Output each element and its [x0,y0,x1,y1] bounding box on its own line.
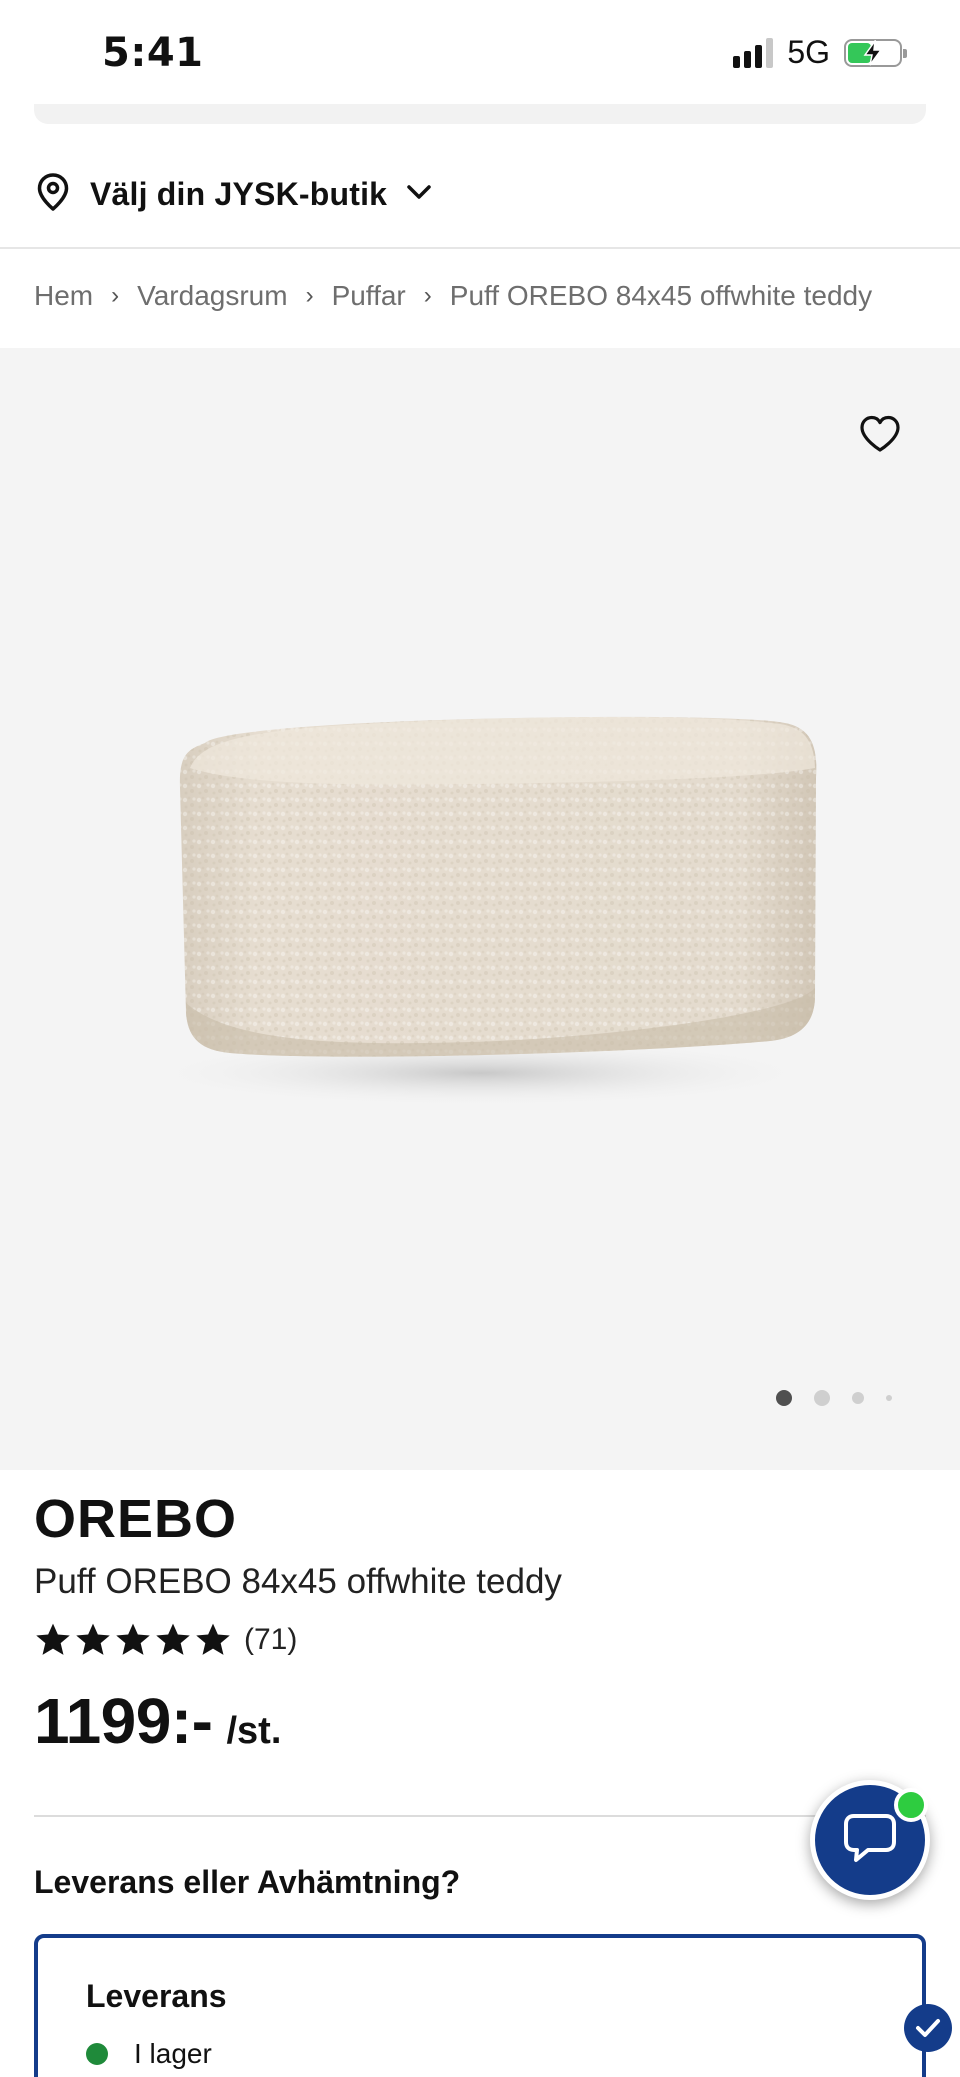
star-icon [36,1623,70,1655]
search-bar-edge[interactable] [34,104,926,124]
chevron-right-icon: › [423,282,432,309]
gallery-dot[interactable] [852,1392,864,1404]
delivery-option-card[interactable]: Leverans I lager [34,1934,926,2077]
product-image [140,716,820,1107]
status-time: 5:41 [102,30,204,76]
cellular-signal-icon [733,37,774,68]
star-icon [156,1623,190,1655]
price-unit: /st. [226,1710,282,1752]
section-divider [34,1815,926,1817]
favorite-button[interactable] [858,414,902,457]
delivery-heading: Leverans eller Avhämtning? [34,1864,461,1900]
breadcrumb-living-room[interactable]: Vardagsrum [137,280,287,312]
breadcrumb-poufs[interactable]: Puffar [332,280,406,312]
breadcrumb: Hem › Vardagsrum › Puffar › Puff OREBO 8… [34,280,872,312]
gallery-dot[interactable] [886,1395,892,1401]
status-indicators: 5G [733,34,907,71]
store-selector-label: Välj din JYSK-butik [90,175,388,212]
heart-icon [858,415,902,457]
price-row: 1199:- /st. [34,1684,281,1758]
gallery-dot[interactable] [814,1390,830,1406]
product-price: 1199:- [34,1685,213,1757]
status-bar: 5:41 5G [0,0,960,104]
gallery-pagination [776,1390,892,1406]
product-name: Puff OREBO 84x45 offwhite teddy [34,1562,562,1601]
stock-status: I lager [86,2038,212,2070]
chat-bubble-icon [840,1810,900,1870]
selected-check-icon [904,2004,952,2052]
in-stock-dot [86,2043,108,2065]
store-selector[interactable]: Välj din JYSK-butik [34,172,433,216]
product-brand: OREBO [34,1489,238,1549]
rating-stars [34,1622,232,1658]
location-pin-icon [34,172,72,216]
breadcrumb-home[interactable]: Hem [34,280,93,312]
online-status-dot [894,1788,928,1822]
delivery-option-title: Leverans [86,1978,227,2014]
product-rating[interactable]: (71) [34,1622,297,1658]
stock-status-text: I lager [134,2038,212,2069]
breadcrumb-current: Puff OREBO 84x45 offwhite teddy [449,280,873,311]
chevron-right-icon: › [111,282,120,309]
gallery-dot-active[interactable] [776,1390,792,1406]
review-count: (71) [244,1623,298,1656]
star-icon [76,1623,110,1655]
star-icon [196,1623,230,1655]
battery-icon [844,38,907,67]
chevron-down-icon [405,182,433,206]
product-image-gallery[interactable] [0,348,960,1470]
network-type: 5G [787,34,830,70]
chevron-right-icon: › [305,282,314,309]
star-icon [116,1623,150,1655]
header-divider [0,247,960,249]
